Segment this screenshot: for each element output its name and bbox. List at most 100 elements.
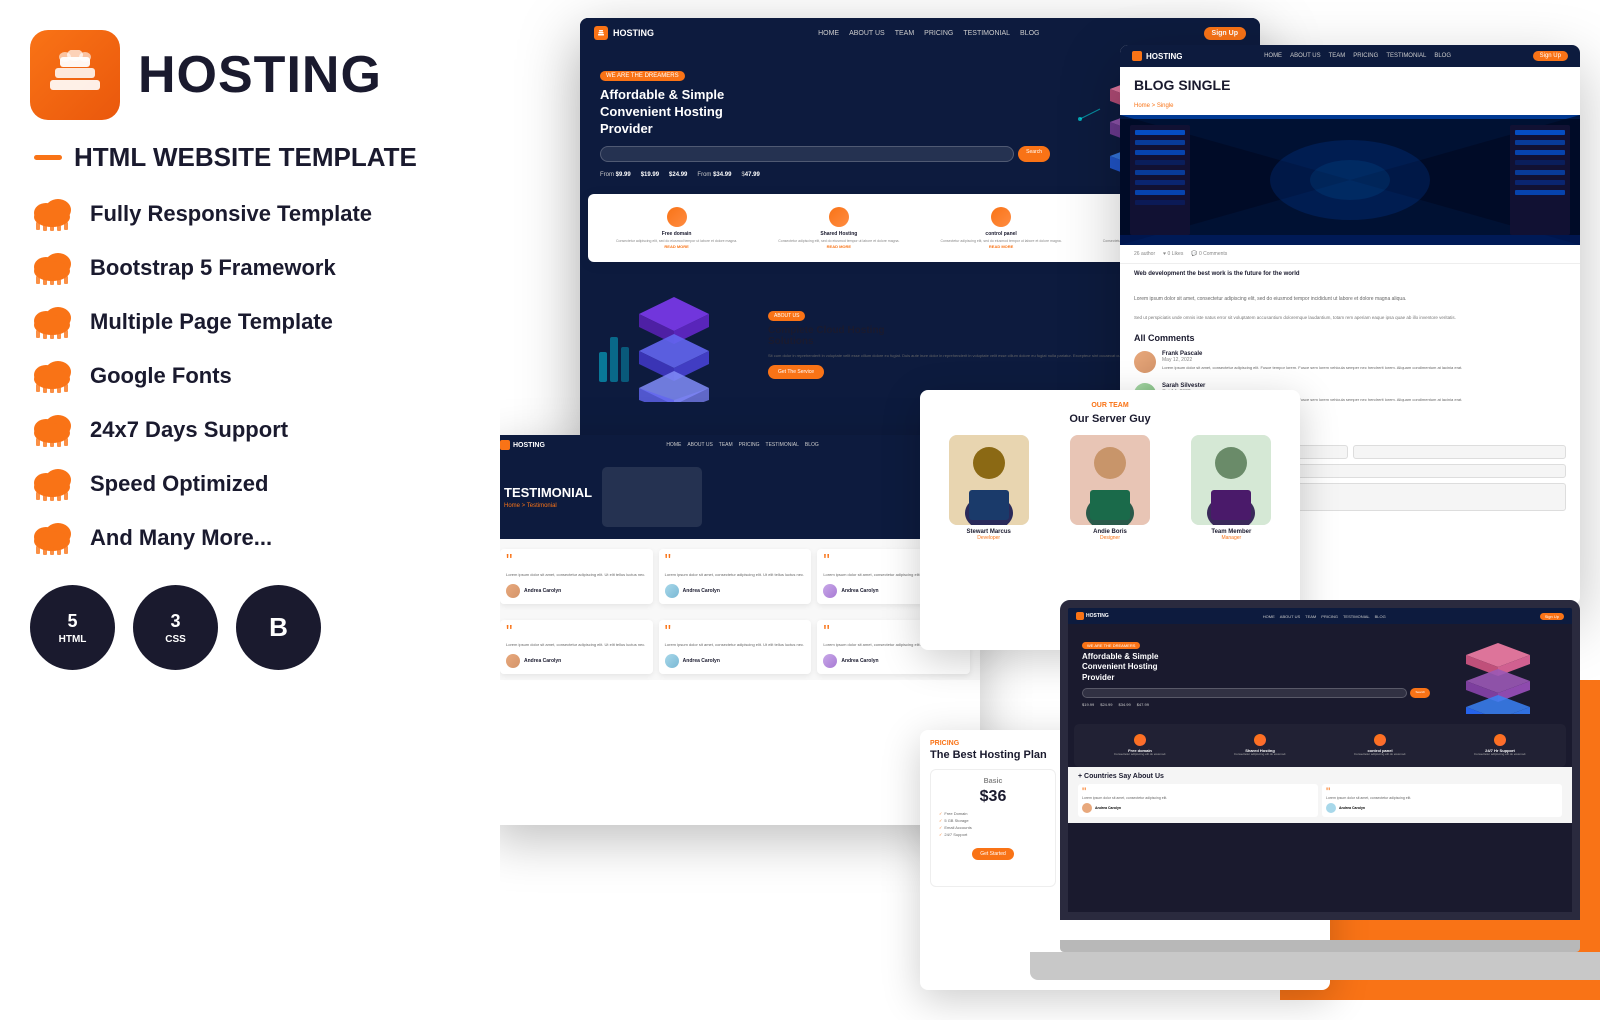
laptop-hero-title: Affordable & SimpleConvenient HostingPro… bbox=[1082, 652, 1430, 683]
testimonial-card-5: " Lorem ipsum dolor sit amet, consectetu… bbox=[659, 620, 812, 675]
laptop-nav-links: HOMEABOUT USTEAMPRICINGTESTIMONIALBLOG bbox=[1263, 614, 1386, 619]
screenshots-area: HOSTING HOME ABOUT US TEAM PRICING TESTI… bbox=[490, 0, 1600, 1000]
laptop-testimonials-title: + Countries Say About Us bbox=[1078, 773, 1562, 780]
brand-name: HOSTING bbox=[138, 45, 382, 105]
cloud-icon-more bbox=[30, 519, 74, 557]
laptop-screen-nav: HOSTING HOMEABOUT USTEAMPRICINGTESTIMONI… bbox=[1068, 608, 1572, 624]
laptop-author-name-2: Andrea Carolyn bbox=[1339, 806, 1365, 810]
laptop-nav-cta[interactable]: Sign Up bbox=[1540, 613, 1564, 620]
author-avatar-6 bbox=[823, 654, 837, 668]
feature-label-more: And Many More... bbox=[90, 525, 272, 551]
laptop-domain-icon bbox=[1134, 734, 1146, 746]
blog-nav-bar: HOSTING HOME ABOUT US TEAM PRICING TESTI… bbox=[1120, 45, 1580, 67]
feature-label-support: 24x7 Days Support bbox=[90, 417, 288, 443]
plan-basic-cta[interactable]: Get Started bbox=[972, 848, 1014, 860]
team-section-label: OUR TEAM bbox=[932, 402, 1288, 409]
main-search-input[interactable] bbox=[600, 146, 1014, 162]
laptop-nav-logo: HOSTING bbox=[1076, 612, 1109, 620]
cloud-icon-bootstrap bbox=[30, 249, 74, 287]
author-name-1: Andrea Carolyn bbox=[524, 588, 561, 594]
testimonial-page-title: TESTIMONIAL bbox=[504, 485, 592, 500]
comment-item-1: Frank Pascale May 12, 2022 Lorem ipsum d… bbox=[1134, 351, 1566, 373]
feature-label-responsive: Fully Responsive Template bbox=[90, 201, 372, 227]
about-cta-button[interactable]: Get The Service bbox=[768, 365, 824, 379]
laptop-fc-panel: control panel Consectetur adipiscing eli… bbox=[1322, 730, 1438, 761]
about-graphic bbox=[594, 282, 754, 402]
service-panel-readmore[interactable]: READ MORE bbox=[928, 244, 1075, 249]
laptop-hero-badge: WE ARE THE DREAMERS bbox=[1082, 642, 1140, 649]
testimonial-author-1: Andrea Carolyn bbox=[506, 584, 647, 598]
laptop-mockup: HOSTING HOMEABOUT USTEAMPRICINGTESTIMONI… bbox=[1030, 600, 1600, 1020]
feature-label-multipage: Multiple Page Template bbox=[90, 309, 333, 335]
feature-item-speed: Speed Optimized bbox=[30, 465, 470, 503]
main-price-tags: From $9.99 $19.99 $24.99 From $34.99 $47… bbox=[600, 172, 1050, 178]
team-photo-2 bbox=[1070, 435, 1150, 525]
comment-1-text: Lorem ipsum dolor sit amet, consectetur … bbox=[1162, 365, 1566, 371]
author-avatar-2 bbox=[665, 584, 679, 598]
cloud-icon-speed bbox=[30, 465, 74, 503]
comment-1-date: May 12, 2022 bbox=[1162, 357, 1566, 363]
laptop-fc-shared-desc: Consectetur adipiscing elit do eiusmod. bbox=[1206, 753, 1314, 757]
testimonial-card-2: " Lorem ipsum dolor sit amet, consectetu… bbox=[659, 549, 812, 604]
main-nav-cta[interactable]: Sign Up bbox=[1204, 27, 1246, 40]
cloud-icon-responsive bbox=[30, 195, 74, 233]
author-name-4: Andrea Carolyn bbox=[524, 658, 561, 664]
main-nav-brand: HOSTING bbox=[613, 28, 654, 38]
testimonial-author-2: Andrea Carolyn bbox=[665, 584, 806, 598]
team-member-1: Stewart Marcus Developer bbox=[932, 435, 1045, 541]
feature-label-fonts: Google Fonts bbox=[90, 363, 232, 389]
laptop-support-icon bbox=[1494, 734, 1506, 746]
author-avatar-3 bbox=[823, 584, 837, 598]
team-member-3-role: Manager bbox=[1175, 535, 1288, 541]
blog-meta-likes: ♥ 0 Likes bbox=[1163, 251, 1183, 257]
laptop-price-tags: $19.99$24.99$34.99$47.99 bbox=[1082, 702, 1430, 707]
blog-nav-brand: HOSTING bbox=[1146, 52, 1182, 61]
testimonial-nav-bar: HOSTING HOMEABOUT USTEAMPRICINGTESTIMONI… bbox=[490, 435, 980, 455]
laptop-testimonial-card-1: " Lorem ipsum dolor sit amet, consectetu… bbox=[1078, 784, 1318, 817]
laptop-search-button[interactable]: Search bbox=[1410, 688, 1430, 698]
main-hero-text: WE ARE THE DREAMERS Affordable & SimpleC… bbox=[600, 64, 1050, 178]
cloud-icon-fonts bbox=[30, 357, 74, 395]
laptop-fc-support: 24/7 Hr Support Consectetur adipiscing e… bbox=[1442, 730, 1558, 761]
laptop-fc-domain: Free domain Consectetur adipiscing elit … bbox=[1082, 730, 1198, 761]
main-hero-badge: WE ARE THE DREAMERS bbox=[600, 71, 685, 81]
blog-nav-cta[interactable]: Sign Up bbox=[1533, 51, 1568, 61]
laptop-base bbox=[1030, 952, 1600, 980]
team-photo-3 bbox=[1191, 435, 1271, 525]
testimonial-cards-bottom: " Lorem ipsum dolor sit amet, consectetu… bbox=[490, 614, 980, 681]
shared-icon bbox=[829, 207, 849, 227]
badge-css: 3 CSS bbox=[133, 585, 218, 670]
blog-post-title: Web development the best work is the fut… bbox=[1120, 264, 1580, 286]
badge-html-symbol: 5 bbox=[67, 611, 77, 632]
left-panel: HOSTING HTML WEBSITE TEMPLATE Fully Resp… bbox=[0, 0, 500, 1000]
author-name-5: Andrea Carolyn bbox=[683, 658, 720, 664]
testimonial-grid-bottom: " Lorem ipsum dolor sit amet, consectetu… bbox=[500, 620, 970, 675]
server-corridor-graphic bbox=[1120, 115, 1580, 245]
blog-nav-logo-icon bbox=[1132, 51, 1142, 61]
comment-email-input[interactable] bbox=[1353, 445, 1567, 459]
feature-item-multipage: Multiple Page Template bbox=[30, 303, 470, 341]
laptop-feature-cards: Free domain Consectetur adipiscing elit … bbox=[1074, 724, 1566, 767]
features-list: Fully Responsive Template Bootstrap 5 Fr… bbox=[30, 195, 470, 557]
author-name-6: Andrea Carolyn bbox=[841, 658, 878, 664]
laptop-screen: HOSTING HOMEABOUT USTEAMPRICINGTESTIMONI… bbox=[1060, 600, 1580, 920]
service-shared-desc: Consectetur adipiscing elit, sed do eius… bbox=[765, 239, 912, 244]
comment-1-avatar bbox=[1134, 351, 1156, 373]
laptop-author-avatar-1 bbox=[1082, 803, 1092, 813]
service-domain-title: Free domain bbox=[603, 231, 750, 237]
service-shared-readmore[interactable]: READ MORE bbox=[765, 244, 912, 249]
team-section: OUR TEAM Our Server Guy Stewar bbox=[920, 390, 1300, 553]
quote-mark-5: " bbox=[665, 626, 806, 639]
service-card-domain: Free domain Consectetur adipiscing elit,… bbox=[598, 202, 755, 254]
laptop-search-input[interactable] bbox=[1082, 688, 1407, 698]
laptop-hero-graphic bbox=[1438, 634, 1558, 714]
laptop-fc-support-desc: Consectetur adipiscing elit do eiusmod. bbox=[1446, 753, 1554, 757]
team-member-1-role: Developer bbox=[932, 535, 1045, 541]
main-search-button[interactable]: Search bbox=[1018, 146, 1050, 162]
author-name-3: Andrea Carolyn bbox=[841, 588, 878, 594]
laptop-hero-section: WE ARE THE DREAMERS Affordable & SimpleC… bbox=[1068, 624, 1572, 724]
blog-post-desc-2: Sed ut perspiciatis unde omnis iste natu… bbox=[1120, 309, 1580, 328]
template-title: HTML WEBSITE TEMPLATE bbox=[30, 142, 470, 173]
service-domain-readmore[interactable]: READ MORE bbox=[603, 244, 750, 249]
author-avatar-5 bbox=[665, 654, 679, 668]
